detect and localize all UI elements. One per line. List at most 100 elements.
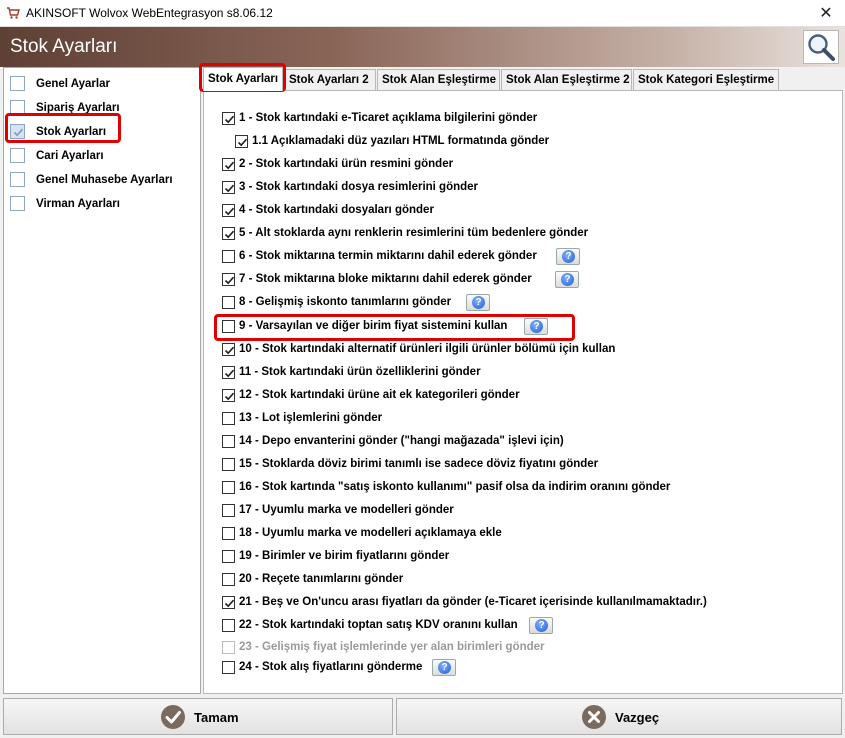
help-button[interactable]: ? xyxy=(524,318,548,335)
option-label: 10 - Stok kartındaki alternatif ürünleri… xyxy=(239,343,616,355)
help-icon: ? xyxy=(438,661,451,674)
option-checkbox[interactable] xyxy=(222,250,235,263)
dialog-footer: Tamam Vazgeç xyxy=(0,694,845,738)
sidebar-item-label: Stok Ayarları xyxy=(36,126,107,138)
option-label: 24 - Stok alış fiyatlarını gönderme xyxy=(239,661,423,673)
help-button[interactable]: ? xyxy=(555,271,579,288)
magnifier-icon xyxy=(808,34,835,61)
option-label: 14 - Depo envanterini gönder ("hangi mağ… xyxy=(239,435,564,447)
sidebar-item-label: Cari Ayarları xyxy=(36,150,104,162)
tab-stok-kategori-eslestirme[interactable]: Stok Kategori Eşleştirme xyxy=(633,69,779,90)
option-checkbox[interactable] xyxy=(222,458,235,471)
option-checkbox[interactable] xyxy=(222,550,235,563)
window-titlebar: AKINSOFT Wolvox WebEntegrasyon s8.06.12 … xyxy=(0,0,845,27)
tab-stok-alan-eslestirme-2[interactable]: Stok Alan Eşleştirme 2 xyxy=(501,69,632,90)
sidebar-item-virman-ayarlari[interactable]: Virman Ayarları xyxy=(10,193,195,213)
option-label: 22 - Stok kartındaki toptan satış KDV or… xyxy=(239,619,518,631)
sidebar-checkbox[interactable] xyxy=(10,124,25,139)
sidebar-item-cari-ayarlari[interactable]: Cari Ayarları xyxy=(10,145,195,165)
option-checkbox xyxy=(222,641,235,654)
checkmark-icon xyxy=(161,705,185,729)
option-checkbox[interactable] xyxy=(222,181,235,194)
option-label: 1 - Stok kartındaki e-Ticaret açıklama b… xyxy=(239,112,538,124)
tab-stok-ayarlari-2[interactable]: Stok Ayarları 2 xyxy=(284,69,376,90)
tab-strip: Stok Ayarları Stok Ayarları 2 Stok Alan Eş… xyxy=(203,67,845,91)
sidebar-item-label: Genel Muhasebe Ayarları xyxy=(36,174,173,186)
help-icon: ? xyxy=(535,619,548,632)
ok-button[interactable]: Tamam xyxy=(3,698,393,735)
option-label: 15 - Stoklarda döviz birimi tanımlı ise … xyxy=(239,458,599,470)
stock-settings-panel: 1 - Stok kartındaki e-Ticaret açıklama b… xyxy=(203,90,843,694)
tab-stok-alan-eslestirme[interactable]: Stok Alan Eşleştirme xyxy=(377,69,500,90)
option-checkbox[interactable] xyxy=(222,596,235,609)
tab-stok-ayarlari[interactable]: Stok Ayarları xyxy=(203,67,283,91)
sidebar-item-label: Sipariş Ayarları xyxy=(36,102,120,114)
option-label: 4 - Stok kartındaki dosyaları gönder xyxy=(239,204,434,216)
option-label: 21 - Beş ve On'uncu arası fiyatları da g… xyxy=(239,596,707,608)
sidebar-checkbox[interactable] xyxy=(10,76,25,91)
option-checkbox[interactable] xyxy=(222,504,235,517)
option-checkbox[interactable] xyxy=(222,619,235,632)
option-label: 8 - Gelişmiş iskonto tanımlarını gönder xyxy=(239,296,452,308)
option-label: 16 - Stok kartında "satış iskonto kullan… xyxy=(239,481,671,493)
ok-button-label: Tamam xyxy=(194,710,239,725)
option-checkbox[interactable] xyxy=(222,435,235,448)
option-checkbox[interactable] xyxy=(222,389,235,402)
page-title: Stok Ayarları xyxy=(10,36,118,57)
option-label: 19 - Birimler ve birim fiyatlarını gönde… xyxy=(239,550,450,562)
sidebar-checkbox[interactable] xyxy=(10,100,25,115)
cancel-button[interactable]: Vazgeç xyxy=(396,698,842,735)
option-label: 5 - Alt stoklarda aynı renklerin resimle… xyxy=(239,227,589,239)
sidebar-item-genel-ayarlar[interactable]: Genel Ayarlar xyxy=(10,73,195,93)
option-checkbox[interactable] xyxy=(222,366,235,379)
settings-sidebar: Genel Ayarlar Sipariş Ayarları Stok Ayarla… xyxy=(3,67,201,694)
sidebar-checkbox[interactable] xyxy=(10,148,25,163)
window-title: AKINSOFT Wolvox WebEntegrasyon s8.06.12 xyxy=(26,6,273,20)
option-checkbox[interactable] xyxy=(222,296,235,309)
option-label: 6 - Stok miktarına termin miktarını dahi… xyxy=(239,250,537,262)
sidebar-item-label: Genel Ayarlar xyxy=(36,78,110,90)
sidebar-item-genel-muhasebe-ayarlari[interactable]: Genel Muhasebe Ayarları xyxy=(10,169,195,189)
option-checkbox[interactable] xyxy=(222,412,235,425)
option-label: 18 - Uyumlu marka ve modelleri açıklamay… xyxy=(239,527,502,539)
sidebar-item-stok-ayarlari[interactable]: Stok Ayarları xyxy=(10,121,195,141)
help-icon: ? xyxy=(561,273,574,286)
option-checkbox[interactable] xyxy=(222,481,235,494)
option-checkbox[interactable] xyxy=(235,135,248,148)
cancel-x-icon xyxy=(582,705,606,729)
option-checkbox[interactable] xyxy=(222,343,235,356)
option-label: 20 - Reçete tanımlarını gönder xyxy=(239,573,404,585)
option-checkbox[interactable] xyxy=(222,204,235,217)
sidebar-checkbox[interactable] xyxy=(10,196,25,211)
option-checkbox[interactable] xyxy=(222,112,235,125)
close-window-button[interactable]: ✕ xyxy=(817,3,835,23)
sidebar-checkbox[interactable] xyxy=(10,172,25,187)
cancel-button-label: Vazgeç xyxy=(615,710,660,725)
option-checkbox[interactable] xyxy=(222,573,235,586)
option-label: 2 - Stok kartındaki ürün resmini gönder xyxy=(239,158,454,170)
option-label: 3 - Stok kartındaki dosya resimlerini gö… xyxy=(239,181,479,193)
help-button[interactable]: ? xyxy=(466,294,490,311)
option-label: 12 - Stok kartındaki ürüne ait ek katego… xyxy=(239,389,520,401)
help-button[interactable]: ? xyxy=(556,248,580,265)
help-icon: ? xyxy=(472,296,485,309)
sidebar-item-siparis-ayarlari[interactable]: Sipariş Ayarları xyxy=(10,97,195,117)
search-button[interactable] xyxy=(803,30,839,64)
help-button[interactable]: ? xyxy=(529,617,553,634)
option-checkbox[interactable] xyxy=(222,661,235,674)
option-checkbox[interactable] xyxy=(222,320,235,333)
option-checkbox[interactable] xyxy=(222,158,235,171)
option-label: 13 - Lot işlemlerini gönder xyxy=(239,412,383,424)
help-icon: ? xyxy=(562,250,575,263)
option-label: 7 - Stok miktarına bloke miktarını dahil… xyxy=(239,273,532,285)
option-label: 1.1 Açıklamadaki düz yazıları HTML forma… xyxy=(252,135,550,147)
help-icon: ? xyxy=(530,320,543,333)
option-label: 11 - Stok kartındaki ürün özelliklerini … xyxy=(239,366,481,378)
option-checkbox[interactable] xyxy=(222,527,235,540)
app-cart-icon xyxy=(7,7,20,19)
option-checkbox[interactable] xyxy=(222,227,235,240)
help-button[interactable]: ? xyxy=(432,659,456,676)
option-label: 17 - Uyumlu marka ve modelleri gönder xyxy=(239,504,454,516)
option-label: 9 - Varsayılan ve diğer birim fiyat sist… xyxy=(239,320,508,332)
option-checkbox[interactable] xyxy=(222,273,235,286)
